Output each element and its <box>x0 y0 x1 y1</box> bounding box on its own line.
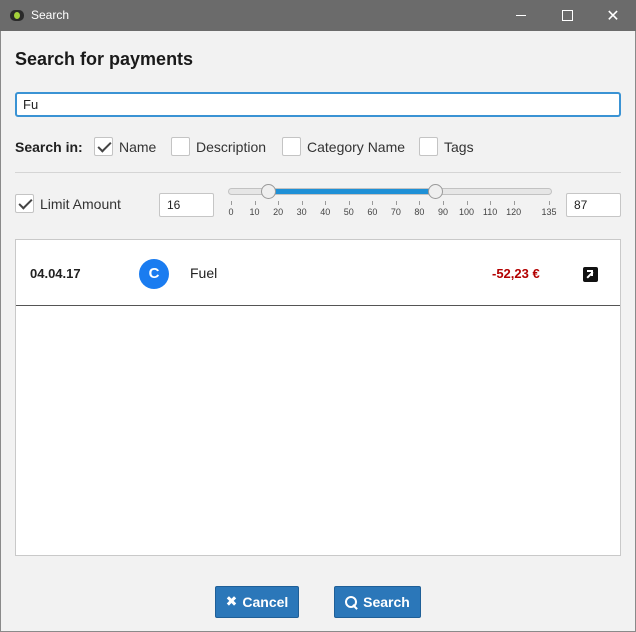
section-divider <box>15 172 621 173</box>
slider-selected-range <box>268 189 436 194</box>
slider-tick-label: 100 <box>459 207 475 217</box>
slider-tick-label: 60 <box>367 207 378 217</box>
result-amount: -52,23 € <box>492 266 540 281</box>
slider-tick-label: 135 <box>541 207 557 217</box>
slider-tick <box>513 201 515 205</box>
limit-amount-checkbox[interactable] <box>15 194 34 213</box>
minimize-icon[interactable] <box>498 0 544 31</box>
slider-tick <box>466 201 468 205</box>
window-title: Search <box>31 8 70 22</box>
slider-tick-label: 0 <box>228 207 234 217</box>
slider-tick <box>419 201 421 205</box>
category-avatar: C <box>139 259 169 289</box>
search-input[interactable] <box>15 92 621 117</box>
limit-amount-label[interactable]: Limit Amount <box>40 196 121 212</box>
slider-tick <box>372 201 374 205</box>
slider-tick <box>254 201 256 205</box>
name-checkbox-label[interactable]: Name <box>119 139 156 155</box>
slider-tick <box>348 201 350 205</box>
results-list: 04.04.17 C Fuel -52,23 € <box>15 239 621 556</box>
slider-tick <box>395 201 397 205</box>
description-checkbox-label[interactable]: Description <box>196 139 266 155</box>
name-checkbox[interactable] <box>94 137 113 156</box>
search-in-label: Search in: <box>15 139 83 155</box>
slider-tick <box>443 201 444 205</box>
slider-high-thumb[interactable] <box>427 184 443 199</box>
result-name: Fuel <box>190 265 218 281</box>
search-button-label: Search <box>363 594 410 610</box>
title-bar: Search ✕ <box>0 0 636 31</box>
app-eye-icon <box>10 10 24 21</box>
search-button[interactable]: Search <box>334 586 421 618</box>
slider-tick-label: 90 <box>437 207 448 217</box>
slider-low-thumb[interactable] <box>260 184 276 199</box>
slider-tick-label: 70 <box>390 207 401 217</box>
result-row[interactable]: 04.04.17 C Fuel -52,23 € <box>16 240 620 306</box>
slider-tick <box>301 201 303 205</box>
cancel-button-label: Cancel <box>242 594 289 610</box>
slider-tick <box>490 201 492 205</box>
tags-checkbox[interactable] <box>419 137 438 156</box>
slider-tick-label: 50 <box>343 207 354 217</box>
slider-tick-label: 30 <box>296 207 307 217</box>
slider-tick <box>325 201 327 205</box>
close-icon[interactable]: ✕ <box>590 0 636 31</box>
slider-tick-label: 80 <box>414 207 425 217</box>
slider-tick-label: 110 <box>482 207 498 217</box>
close-x-icon: ✖ <box>225 594 238 610</box>
tags-checkbox-label[interactable]: Tags <box>444 139 474 155</box>
result-date: 04.04.17 <box>30 266 81 281</box>
category-name-checkbox-label[interactable]: Category Name <box>307 139 405 155</box>
slider-tick-label: 40 <box>320 207 331 217</box>
cancel-button[interactable]: ✖ Cancel <box>215 586 299 618</box>
slider-tick <box>231 201 232 205</box>
slider-tick-label: 10 <box>249 207 260 217</box>
slider-tick-label: 120 <box>506 207 522 217</box>
max-amount-field[interactable] <box>566 193 621 217</box>
category-name-checkbox[interactable] <box>282 137 301 156</box>
slider-tick <box>549 201 550 205</box>
dialog-heading: Search for payments <box>15 49 194 69</box>
description-checkbox[interactable] <box>171 137 190 156</box>
open-external-icon[interactable] <box>583 267 598 282</box>
slider-tick-label: 20 <box>273 207 284 217</box>
slider-tick <box>278 201 280 205</box>
min-amount-field[interactable] <box>159 193 214 217</box>
maximize-icon[interactable] <box>544 0 590 31</box>
search-icon <box>345 595 358 609</box>
